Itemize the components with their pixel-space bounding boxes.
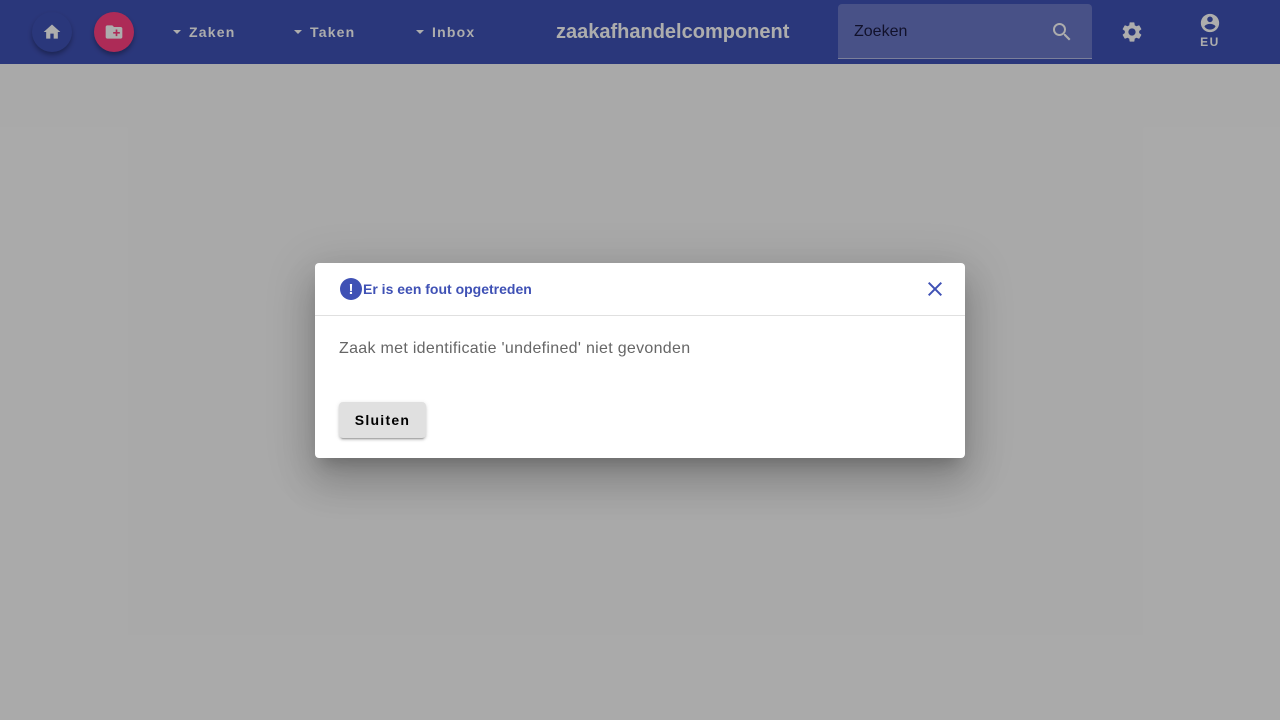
dialog-message: Zaak met identificatie 'undefined' niet … [339,340,691,357]
error-icon: ! [340,278,362,300]
dialog-title: Er is een fout opgetreden [363,281,532,297]
error-icon-glyph: ! [348,280,354,298]
error-dialog: ! Er is een fout opgetreden Zaak met ide… [315,263,965,458]
dialog-header: ! Er is een fout opgetreden [315,263,965,316]
close-icon[interactable] [923,277,947,301]
close-dialog-button[interactable]: Sluiten [339,402,426,438]
